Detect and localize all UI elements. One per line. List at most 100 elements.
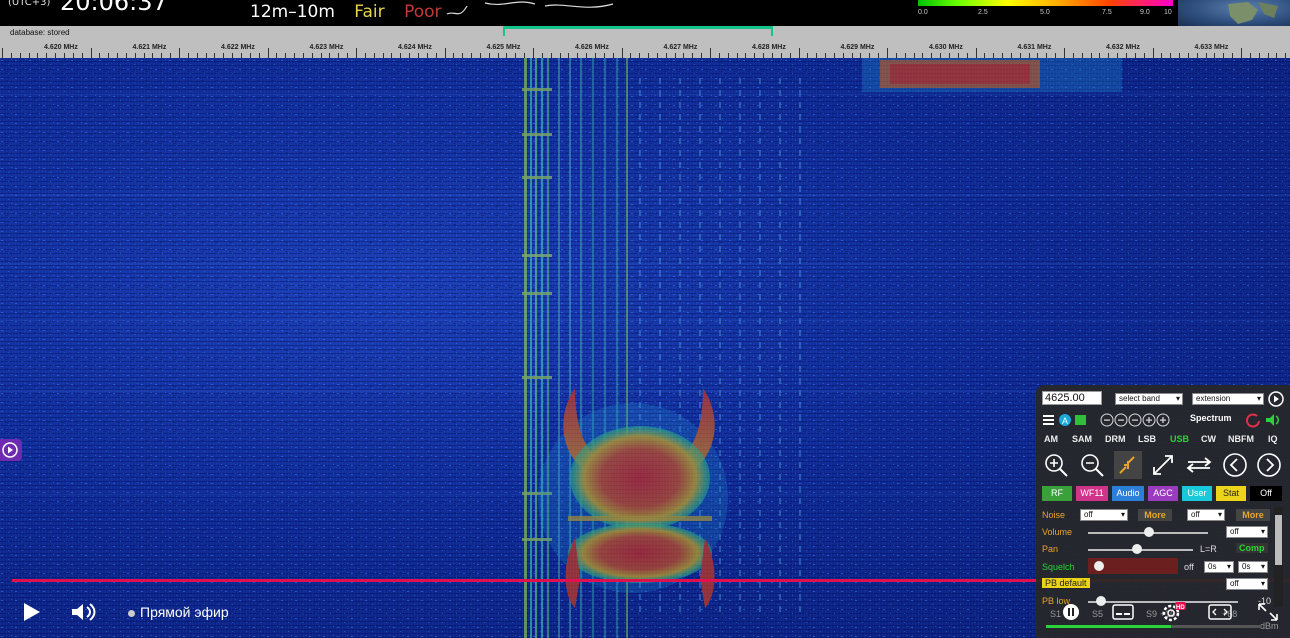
pan-value: L=R xyxy=(1200,544,1217,554)
volume-slider-knob[interactable] xyxy=(1144,527,1154,537)
frequency-label: 4.623 MHz xyxy=(309,44,344,51)
theater-mode-button[interactable] xyxy=(1208,603,1232,626)
side-panel-toggle-button[interactable] xyxy=(0,439,22,461)
live-label[interactable]: Прямой эфир xyxy=(140,604,229,620)
noise-dropdown[interactable]: off xyxy=(1080,509,1128,521)
s-scale-label: S5 xyxy=(1092,609,1104,619)
mode-lsb[interactable]: LSB xyxy=(1138,434,1156,444)
frequency-scale[interactable]: database: stored 4.620 MHz 4.621 MHz 4.622… xyxy=(0,26,1290,58)
frequency-input[interactable]: 4625.00 xyxy=(1042,391,1102,405)
pb-low-slider-knob[interactable] xyxy=(1096,596,1106,606)
clock: 20:06:37 xyxy=(60,0,168,16)
zoom-out-icon[interactable] xyxy=(1078,451,1106,479)
live-indicator-dot xyxy=(128,610,135,617)
squelch-label[interactable]: Squelch xyxy=(1042,562,1075,572)
scale-tick xyxy=(444,48,446,58)
s-meter-tick: 2.5 xyxy=(978,9,988,16)
a-badge-icon[interactable]: A xyxy=(1058,413,1072,427)
tab-rf[interactable]: RF xyxy=(1042,486,1072,501)
squelch-slider-knob[interactable] xyxy=(1094,561,1104,571)
play-circle-icon xyxy=(2,442,18,458)
passband-marker[interactable] xyxy=(503,26,773,36)
volume-button[interactable] xyxy=(70,601,98,628)
scale-tick xyxy=(356,48,357,58)
tab-wf11[interactable]: WF11 xyxy=(1076,486,1108,501)
refresh-icon[interactable] xyxy=(1245,412,1261,428)
scale-tick xyxy=(710,48,711,58)
tab-off[interactable]: Off xyxy=(1250,486,1282,501)
s-scale-label: S1 xyxy=(1050,609,1062,619)
zoom-band-icon[interactable] xyxy=(1114,451,1142,479)
mode-cw[interactable]: CW xyxy=(1201,434,1216,444)
noise-more-button[interactable]: More xyxy=(1138,509,1172,521)
s-meter-tick: 5.0 xyxy=(1040,9,1050,16)
frequency-label: 4.621 MHz xyxy=(132,44,167,51)
tab-audio[interactable]: Audio xyxy=(1112,486,1144,501)
pan-label: Pan xyxy=(1042,544,1059,554)
mode-iq[interactable]: IQ xyxy=(1268,434,1278,444)
scale-tick xyxy=(267,48,269,58)
band-range: 12m–10m xyxy=(250,2,335,22)
audio-on-icon[interactable] xyxy=(1265,412,1283,428)
noise-label: Noise xyxy=(1042,510,1066,520)
scale-tick xyxy=(975,48,977,58)
scale-tick xyxy=(798,48,800,58)
pause-icon xyxy=(1063,604,1079,620)
mode-drm[interactable]: DRM xyxy=(1105,434,1126,444)
subtitles-button[interactable] xyxy=(1112,603,1134,626)
s-meter-tick: 9.0 xyxy=(1140,9,1150,16)
scale-tick xyxy=(887,48,888,58)
scale-tick xyxy=(2,48,3,58)
noise-filter-dropdown[interactable]: off xyxy=(1187,509,1225,521)
pause-button[interactable] xyxy=(1062,603,1080,626)
frequency-label: 4.627 MHz xyxy=(663,44,698,51)
s-meter-bar xyxy=(918,0,1173,6)
frequency-label: 4.630 MHz xyxy=(929,44,963,51)
s-meter-ticks: 0.0 2.5 5.0 7.5 9.0 10 xyxy=(918,9,1173,21)
map-thumbnail[interactable] xyxy=(1178,0,1290,26)
expand-icon[interactable] xyxy=(1149,451,1177,479)
database-label: database: stored xyxy=(10,28,70,37)
swap-arrows-icon[interactable] xyxy=(1185,451,1213,479)
squelch-delay-dropdown[interactable]: 0s xyxy=(1204,561,1234,573)
tab-user[interactable]: User xyxy=(1182,486,1212,501)
pb-dropdown[interactable]: off xyxy=(1226,578,1268,590)
settings-button[interactable]: HD xyxy=(1160,601,1186,628)
image-icon[interactable] xyxy=(1074,413,1088,427)
pan-slider-knob[interactable] xyxy=(1132,544,1142,554)
select-band-dropdown[interactable]: select band xyxy=(1115,393,1183,405)
comp-button[interactable]: Comp xyxy=(1236,543,1268,553)
svg-text:HD: HD xyxy=(1176,605,1185,611)
mode-usb[interactable]: USB xyxy=(1170,434,1189,444)
fullscreen-icon xyxy=(1258,603,1278,621)
tab-stat[interactable]: Stat xyxy=(1216,486,1246,501)
spectrum-button[interactable]: Spectrum xyxy=(1190,413,1232,423)
frequency-label: 4.631 MHz xyxy=(1017,44,1052,51)
chevron-right-icon[interactable] xyxy=(1255,451,1283,479)
menu-icon[interactable] xyxy=(1042,413,1056,427)
panel-scrollbar-thumb[interactable] xyxy=(1275,515,1282,565)
gear-icon: HD xyxy=(1162,602,1186,622)
frequency-label: 4.622 MHz xyxy=(221,44,255,51)
frequency-label: 4.626 MHz xyxy=(575,44,609,51)
tab-agc[interactable]: AGC xyxy=(1148,486,1178,501)
frequency-label: 4.624 MHz xyxy=(398,44,432,51)
extension-dropdown[interactable]: extension xyxy=(1192,393,1264,405)
play-button[interactable] xyxy=(22,601,42,628)
band-conditions: 12m–10m Fair Poor xyxy=(250,2,456,22)
s-meter: 0.0 2.5 5.0 7.5 9.0 10 xyxy=(918,0,1173,22)
zoom-controls-icon[interactable] xyxy=(1100,412,1180,428)
squelch-tail-dropdown[interactable]: 0s xyxy=(1238,561,1268,573)
mode-am[interactable]: AM xyxy=(1044,434,1058,444)
play-circle-icon[interactable] xyxy=(1268,391,1284,407)
noise-filter-more-button[interactable]: More xyxy=(1236,509,1270,521)
scale-tick xyxy=(1152,48,1154,58)
mode-nbfm[interactable]: NBFM xyxy=(1228,434,1254,444)
s-scale-label: S9 xyxy=(1146,609,1158,619)
volume-dropdown[interactable]: off xyxy=(1226,526,1268,538)
mode-sam[interactable]: SAM xyxy=(1072,434,1092,444)
fullscreen-button[interactable] xyxy=(1258,603,1278,626)
chevron-left-icon[interactable] xyxy=(1221,451,1249,479)
pb-default-button[interactable]: PB default xyxy=(1042,578,1090,588)
zoom-in-icon[interactable] xyxy=(1042,451,1070,479)
